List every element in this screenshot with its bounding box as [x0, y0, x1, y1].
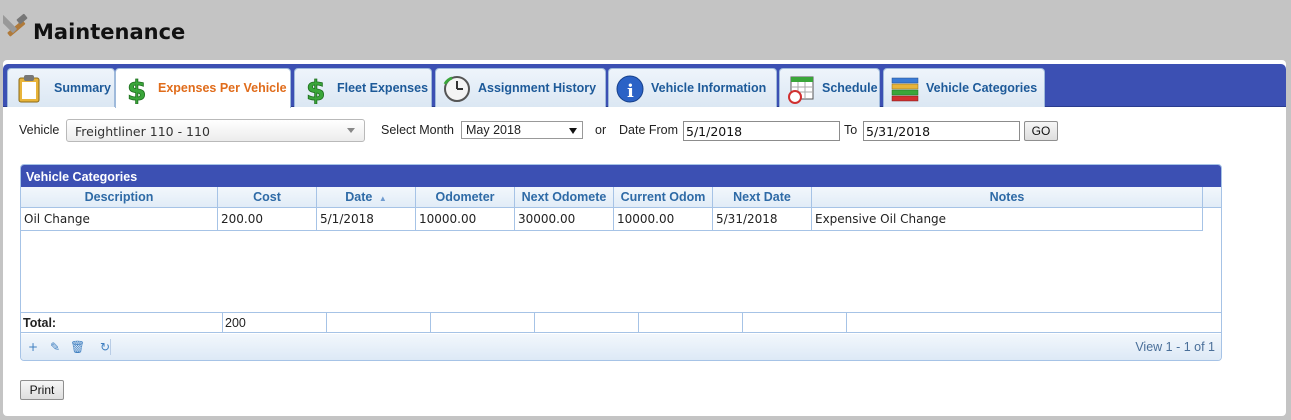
chevron-down-icon	[347, 128, 355, 133]
footer-cell	[327, 313, 431, 333]
delete-icon[interactable]: 🗑	[70, 340, 85, 354]
tab-summary[interactable]: Summary	[7, 68, 115, 107]
cell-notes: Expensive Oil Change	[812, 208, 1203, 230]
svg-text:$: $	[306, 74, 325, 104]
date-to-input[interactable]	[863, 121, 1020, 141]
tab-label: Assignment History	[478, 81, 597, 95]
edit-icon[interactable]: ✎	[48, 340, 62, 354]
info-icon: i	[616, 75, 644, 103]
or-label: or	[595, 123, 607, 137]
pager-info: View 1 - 1 of 1	[1135, 340, 1215, 354]
vehicle-select[interactable]: Freightliner 110 - 110	[66, 119, 365, 142]
tab-expenses-per-vehicle[interactable]: $ Expenses Per Vehicle	[115, 68, 291, 108]
clipboard-icon	[18, 75, 40, 103]
select-month-label: Select Month	[381, 123, 454, 137]
tab-bar: Summary $ Expenses Per Vehicle $ Fleet E…	[3, 64, 1286, 108]
tab-label: Expenses Per Vehicle	[158, 81, 287, 95]
date-from-input[interactable]	[683, 121, 840, 141]
cell-odometer: 10000.00	[416, 208, 515, 230]
month-select-value: May 2018	[466, 123, 521, 137]
go-button[interactable]: GO	[1024, 121, 1058, 141]
tab-label: Fleet Expenses	[337, 81, 429, 95]
grid-pager: + ✎ 🗑 ↻ View 1 - 1 of 1	[21, 334, 1221, 360]
footer-cell	[639, 313, 743, 333]
chevron-down-icon	[569, 128, 577, 134]
cell-cost: 200.00	[218, 208, 317, 230]
dollar-icon: $	[127, 74, 147, 104]
column-header-cost[interactable]: Cost	[218, 187, 317, 207]
column-header-description[interactable]: Description	[21, 187, 218, 207]
page-title: Maintenance	[33, 20, 186, 44]
column-header-notes[interactable]: Notes	[812, 187, 1203, 207]
tab-assignment-history[interactable]: Assignment History	[435, 68, 606, 107]
total-cost-value: 200	[223, 313, 327, 333]
cell-date: 5/1/2018	[317, 208, 416, 230]
column-header-next-date[interactable]: Next Date	[713, 187, 812, 207]
column-header-date[interactable]: Date ▲	[317, 187, 416, 207]
vehicle-select-value: Freightliner 110 - 110	[75, 124, 210, 139]
grid-header: Description Cost Date ▲ Odometer Next Od…	[21, 187, 1221, 208]
cell-description: Oil Change	[21, 208, 218, 230]
main-panel: Summary $ Expenses Per Vehicle $ Fleet E…	[3, 60, 1286, 416]
sort-asc-icon: ▲	[378, 194, 387, 203]
vehicle-label: Vehicle	[19, 123, 60, 137]
to-label: To	[844, 123, 858, 137]
svg-text:i: i	[627, 81, 634, 102]
column-header-current-odometer[interactable]: Current Odom	[614, 187, 713, 207]
column-header-next-odometer[interactable]: Next Odomete	[515, 187, 614, 207]
column-header-date-label: Date	[345, 190, 373, 204]
cell-next-odometer: 30000.00	[515, 208, 614, 230]
tab-vehicle-categories[interactable]: Vehicle Categories	[883, 68, 1045, 107]
calendar-icon	[788, 76, 814, 104]
table-row[interactable]: Oil Change 200.00 5/1/2018 10000.00 3000…	[21, 208, 1203, 231]
tab-label: Schedule	[822, 81, 878, 95]
page-header: Maintenance	[0, 0, 1291, 58]
cell-next-date: 5/31/2018	[713, 208, 812, 230]
tab-vehicle-information[interactable]: i Vehicle Information	[608, 68, 777, 107]
tab-label: Summary	[54, 81, 111, 95]
date-from-label: Date From	[619, 123, 679, 137]
clock-icon	[443, 76, 470, 102]
vehicle-categories-grid: Vehicle Categories Description Cost Date…	[20, 164, 1222, 361]
svg-text:$: $	[127, 74, 146, 104]
tab-fleet-expenses[interactable]: $ Fleet Expenses	[294, 68, 432, 107]
categories-icon	[891, 77, 919, 102]
footer-cell	[535, 313, 639, 333]
tab-schedule[interactable]: Schedule	[779, 68, 880, 107]
total-label: Total:	[21, 313, 223, 333]
add-icon[interactable]: +	[26, 340, 40, 354]
footer-cell	[431, 313, 535, 333]
tab-label: Vehicle Information	[651, 81, 767, 95]
month-select[interactable]: May 2018	[461, 121, 583, 139]
footer-cell	[743, 313, 847, 333]
print-button[interactable]: Print	[20, 380, 64, 400]
refresh-icon[interactable]: ↻	[98, 340, 112, 354]
column-header-odometer[interactable]: Odometer	[416, 187, 515, 207]
grid-footer-totals: Total: 200	[21, 312, 1221, 333]
cell-current-odometer: 10000.00	[614, 208, 713, 230]
dollar-icon: $	[306, 74, 326, 104]
tools-icon	[3, 13, 28, 37]
grid-caption: Vehicle Categories	[21, 165, 1221, 187]
tab-label: Vehicle Categories	[926, 81, 1038, 95]
